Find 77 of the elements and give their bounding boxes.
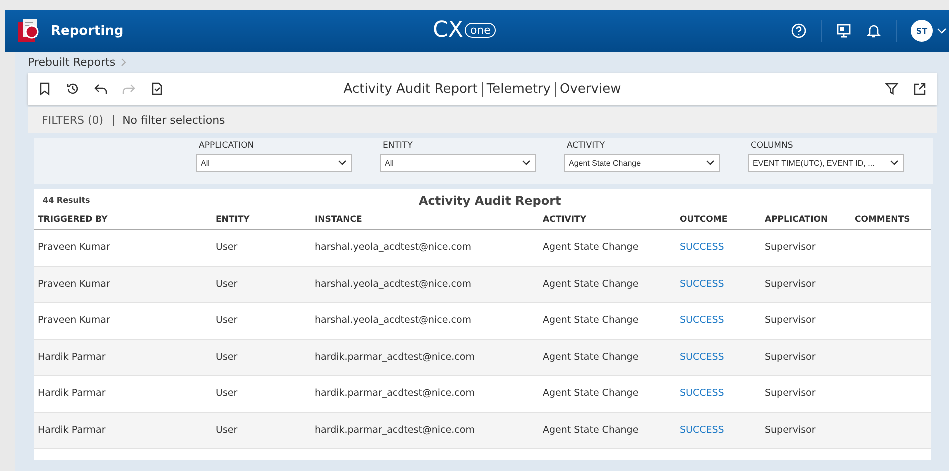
table-cell-text: User (216, 242, 239, 254)
column-header: ENTITY (216, 215, 251, 225)
outcome-link[interactable]: SUCCESS (680, 388, 765, 400)
filter-icon[interactable] (885, 82, 899, 96)
report-title: Telemetry (482, 82, 551, 96)
filter-label: ENTITY (382, 141, 414, 153)
table-cell-text: Agent State Change (543, 388, 640, 400)
column-header: INSTANCE (315, 215, 364, 225)
table-cell-text: Agent State Change (543, 315, 640, 326)
table-cell-text: User (216, 352, 239, 363)
report-title: Overview (555, 82, 622, 96)
filter-dropdown[interactable]: All (196, 154, 352, 172)
table-cell-text: harshal.yeola_acdtest@nice.com (315, 278, 473, 290)
chevron-down-icon (522, 160, 531, 166)
chevron-down-icon (338, 160, 347, 166)
table-cell-text: Hardik Parmar (38, 352, 107, 363)
filter-label: COLUMNS (750, 141, 794, 153)
chevron-right-icon (120, 58, 127, 67)
column-header: OUTCOME (680, 215, 729, 225)
column-header: ACTIVITY (543, 215, 588, 225)
filter-dropdown[interactable]: EVENT TIME(UTC), EVENT ID, ... (748, 154, 904, 172)
table-cell-text: hardik.parmar_acdtest@nice.com (315, 352, 476, 363)
table-cell-text: Supervisor (765, 388, 817, 400)
share-icon[interactable] (913, 82, 927, 96)
table-cell-text: Praveen Kumar (38, 315, 112, 326)
filter-dropdown[interactable]: All (380, 154, 536, 172)
table-cell-text: harshal.yeola_acdtest@nice.com (315, 242, 473, 254)
history-icon[interactable] (66, 82, 80, 96)
outcome-link[interactable]: SUCCESS (680, 242, 765, 254)
filter-label: APPLICATION (198, 141, 256, 153)
table-cell-text: hardik.parmar_acdtest@nice.com (315, 388, 476, 400)
table-cell-text: User (216, 388, 239, 400)
table-cell-text: Agent State Change (543, 278, 640, 290)
table-title: Activity Audit Report (419, 194, 562, 208)
bookmark-icon[interactable] (38, 82, 52, 96)
presentation-board-icon[interactable] (836, 23, 852, 39)
filter-dropdown[interactable]: Agent State Change (564, 154, 720, 172)
outcome-link[interactable]: SUCCESS (680, 278, 765, 290)
notifications-bell-icon[interactable] (866, 23, 882, 39)
chevron-down-icon (706, 160, 715, 166)
app-title: Reporting (51, 24, 124, 38)
table-cell-text: Agent State Change (543, 352, 640, 363)
table-cell-text: Praveen Kumar (38, 242, 112, 254)
table-cell-text: harshal.yeola_acdtest@nice.com (315, 315, 473, 326)
table-cell-text: Supervisor (765, 278, 817, 290)
table-cell-text: Hardik Parmar (38, 388, 107, 400)
table-cell-text: Supervisor (765, 242, 817, 254)
breadcrumb-link[interactable]: Prebuilt Reports (28, 56, 116, 69)
column-header: APPLICATION (765, 215, 830, 225)
table-cell-text: hardik.parmar_acdtest@nice.com (315, 424, 476, 436)
document-icon[interactable] (150, 82, 164, 96)
column-header: COMMENTS (855, 215, 912, 225)
chevron-down-icon[interactable] (937, 27, 947, 35)
table-cell-text: Praveen Kumar (38, 278, 112, 290)
table-cell-text: Supervisor (765, 352, 817, 363)
outcome-link[interactable]: SUCCESS (680, 424, 765, 436)
results-count: 44 Results (42, 196, 90, 204)
brand-logo: CX one (433, 18, 496, 43)
outcome-link[interactable]: SUCCESS (680, 352, 765, 363)
chevron-down-icon (890, 160, 899, 166)
user-avatar[interactable]: ST (911, 20, 933, 42)
undo-icon[interactable] (94, 82, 108, 96)
table-cell-text: Supervisor (765, 315, 817, 326)
outcome-link[interactable]: SUCCESS (680, 315, 765, 326)
column-header: TRIGGERED BY (38, 215, 109, 225)
table-cell-text: Hardik Parmar (38, 424, 107, 436)
table-cell-text: Agent State Change (543, 424, 640, 436)
help-icon[interactable] (791, 23, 807, 39)
table-cell-text: User (216, 278, 239, 290)
filter-summary: No filter selections (122, 114, 226, 126)
filters-link[interactable]: FILTERS (0) (42, 114, 104, 126)
table-cell-text: Supervisor (765, 424, 817, 436)
table-cell-text: User (216, 315, 239, 326)
table-cell-text: Agent State Change (543, 242, 640, 254)
filter-label: ACTIVITY (566, 141, 606, 153)
report-title: Activity Audit Report (344, 82, 478, 96)
table-cell-text: User (216, 424, 239, 436)
